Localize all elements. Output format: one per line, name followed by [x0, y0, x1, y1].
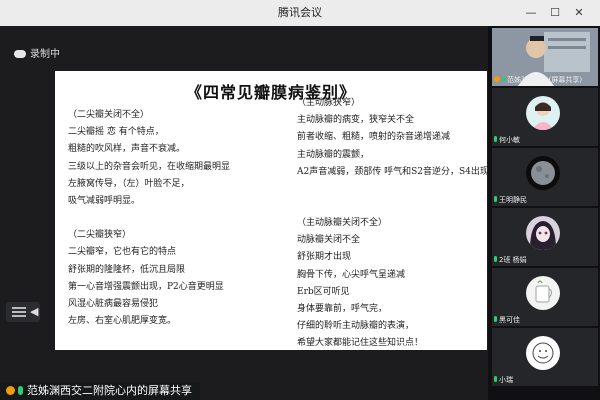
- window-title: 腾讯会议: [278, 6, 322, 19]
- slide-text-line: 舒张期才出现: [297, 252, 352, 263]
- slide-text-line: 二尖瓣窄，它也有它的特点: [68, 247, 177, 258]
- participant-name: 黑可佳: [499, 316, 520, 324]
- slide-text-line: 三级以上的杂音会听见，在收缩期最明显: [68, 161, 231, 172]
- host-badge-icon: [6, 386, 15, 395]
- recording-label: 录制中: [30, 49, 60, 60]
- slide-text-line: （二尖瓣关闭不全）: [68, 110, 150, 120]
- slide-text-line: 粗糙的吹风样，声音不衰减。: [68, 144, 186, 155]
- slide-text-line: 动脉瓣关闭不全: [297, 235, 361, 246]
- line-spacer: [297, 198, 487, 215]
- slide-text-line: （主动脉狭窄）: [297, 98, 361, 108]
- window-title-bar: 腾讯会议 — ☐ ✕: [0, 0, 600, 27]
- participant-tile[interactable]: 王明静民: [492, 148, 598, 206]
- participant-tile[interactable]: 黑可佳: [492, 268, 598, 326]
- slide-text-line: 仔细的聆听主动脉瓣的表演，: [297, 321, 415, 332]
- slide-text-line: 胸骨下传，心尖呼气呈递减: [297, 269, 406, 280]
- character-avatar: [526, 216, 560, 250]
- line-spacer: [68, 210, 268, 227]
- speaker-icon: ◀: [30, 305, 39, 318]
- microphone-icon: [502, 76, 505, 82]
- photo-avatar: [526, 96, 560, 130]
- participant-tile[interactable]: 小瑞: [492, 328, 598, 386]
- slide-text-line: （主动脉瓣关闭不全）: [297, 218, 388, 229]
- slide-text-line: （二尖瓣狭窄）: [68, 230, 132, 241]
- screen-share-label-text: 范姊渊西交二附院心内的屏幕共享: [27, 384, 192, 397]
- microphone-icon: [494, 256, 497, 262]
- slide-right-column: （主动脉狭窄） 主动脉瓣的病变，狭窄关不全前者收缩、粗糙，喷射的杂音递增递减 主动脉…: [297, 95, 489, 353]
- slide-text-line: 风湿心脏病最容易侵犯: [68, 299, 159, 310]
- participant-name: 王明静民: [499, 196, 527, 204]
- close-icon[interactable]: ✕: [568, 0, 590, 26]
- slide-text-line: 舒张期的隆隆杯，低沉且局限: [68, 264, 186, 275]
- host-badge-icon: [494, 76, 500, 82]
- slide-text-line: 身体要靠前，呼气完，: [297, 304, 388, 315]
- microphone-icon: [18, 386, 23, 395]
- slide-text-line: 二尖瓣摇 恋 有个特点，: [68, 127, 164, 138]
- participant-name: 范姊渊西交...(屏幕共享): [507, 76, 583, 84]
- participant-panel: 范姊渊西交...(屏幕共享) 何小敏 王明静民 2班 杨娟 黑可佳 小瑞: [488, 26, 600, 400]
- line-spacer: [297, 181, 487, 198]
- participant-name: 何小敏: [499, 136, 520, 144]
- participant-tile[interactable]: 范姊渊西交...(屏幕共享): [492, 28, 598, 86]
- slide-text-line: 第一心音增强震颤出现，P2心音更明显: [68, 281, 224, 292]
- shared-slide: 《四常见瓣膜病鉴别》 （二尖瓣关闭不全） 二尖瓣摇 恋 有个特点， 粗糙的吹风样，声…: [55, 71, 489, 353]
- maximize-icon[interactable]: ☐: [544, 0, 566, 26]
- collapse-panel-button[interactable]: ◀: [6, 302, 40, 322]
- menu-icon: [12, 307, 26, 309]
- microphone-icon: [494, 376, 497, 382]
- mug-avatar: [526, 276, 560, 310]
- minimize-icon[interactable]: —: [520, 0, 542, 26]
- participant-tile[interactable]: 何小敏: [492, 88, 598, 146]
- microphone-icon: [494, 196, 497, 202]
- participant-name: 小瑞: [499, 376, 513, 384]
- slide-text-line: A2声音减弱，颈部传 呼气和S2音逆分，S4出现: [297, 166, 489, 177]
- slide-text-line: 吸气减弱呼明显。: [68, 196, 141, 207]
- slide-text-line: 主动脉瓣的震颤，: [297, 149, 370, 160]
- participant-name: 2班 杨娟: [499, 256, 527, 264]
- slide-text-line: 希望大家都能记住这些知识点！: [297, 338, 424, 349]
- microphone-icon: [494, 136, 497, 142]
- slide-text-line: 前者收缩、粗糙，喷射的杂音递增递减: [297, 132, 451, 143]
- microphone-icon: [494, 316, 497, 322]
- slide-text-line: 左腋窝传导，（左）叶脸不足，: [68, 178, 190, 189]
- participant-tile[interactable]: 2班 杨娟: [492, 208, 598, 266]
- planet-avatar: [526, 156, 560, 190]
- slide-text-line: 主动脉瓣的病变，狭窄关不全: [297, 115, 415, 126]
- cloud-icon: [14, 50, 26, 58]
- slide-text-line: 左房、右室心肌肥厚变宽。: [68, 316, 177, 327]
- screen-share-label: 范姊渊西交二附院心内的屏幕共享: [0, 382, 200, 400]
- recording-indicator[interactable]: 录制中: [14, 47, 60, 63]
- slide-text-line: Erb区可听见: [297, 286, 350, 297]
- slide-left-column: （二尖瓣关闭不全） 二尖瓣摇 恋 有个特点， 粗糙的吹风样，声音不衰减。三级以上的杂…: [68, 107, 268, 330]
- sketch-avatar: [526, 336, 560, 370]
